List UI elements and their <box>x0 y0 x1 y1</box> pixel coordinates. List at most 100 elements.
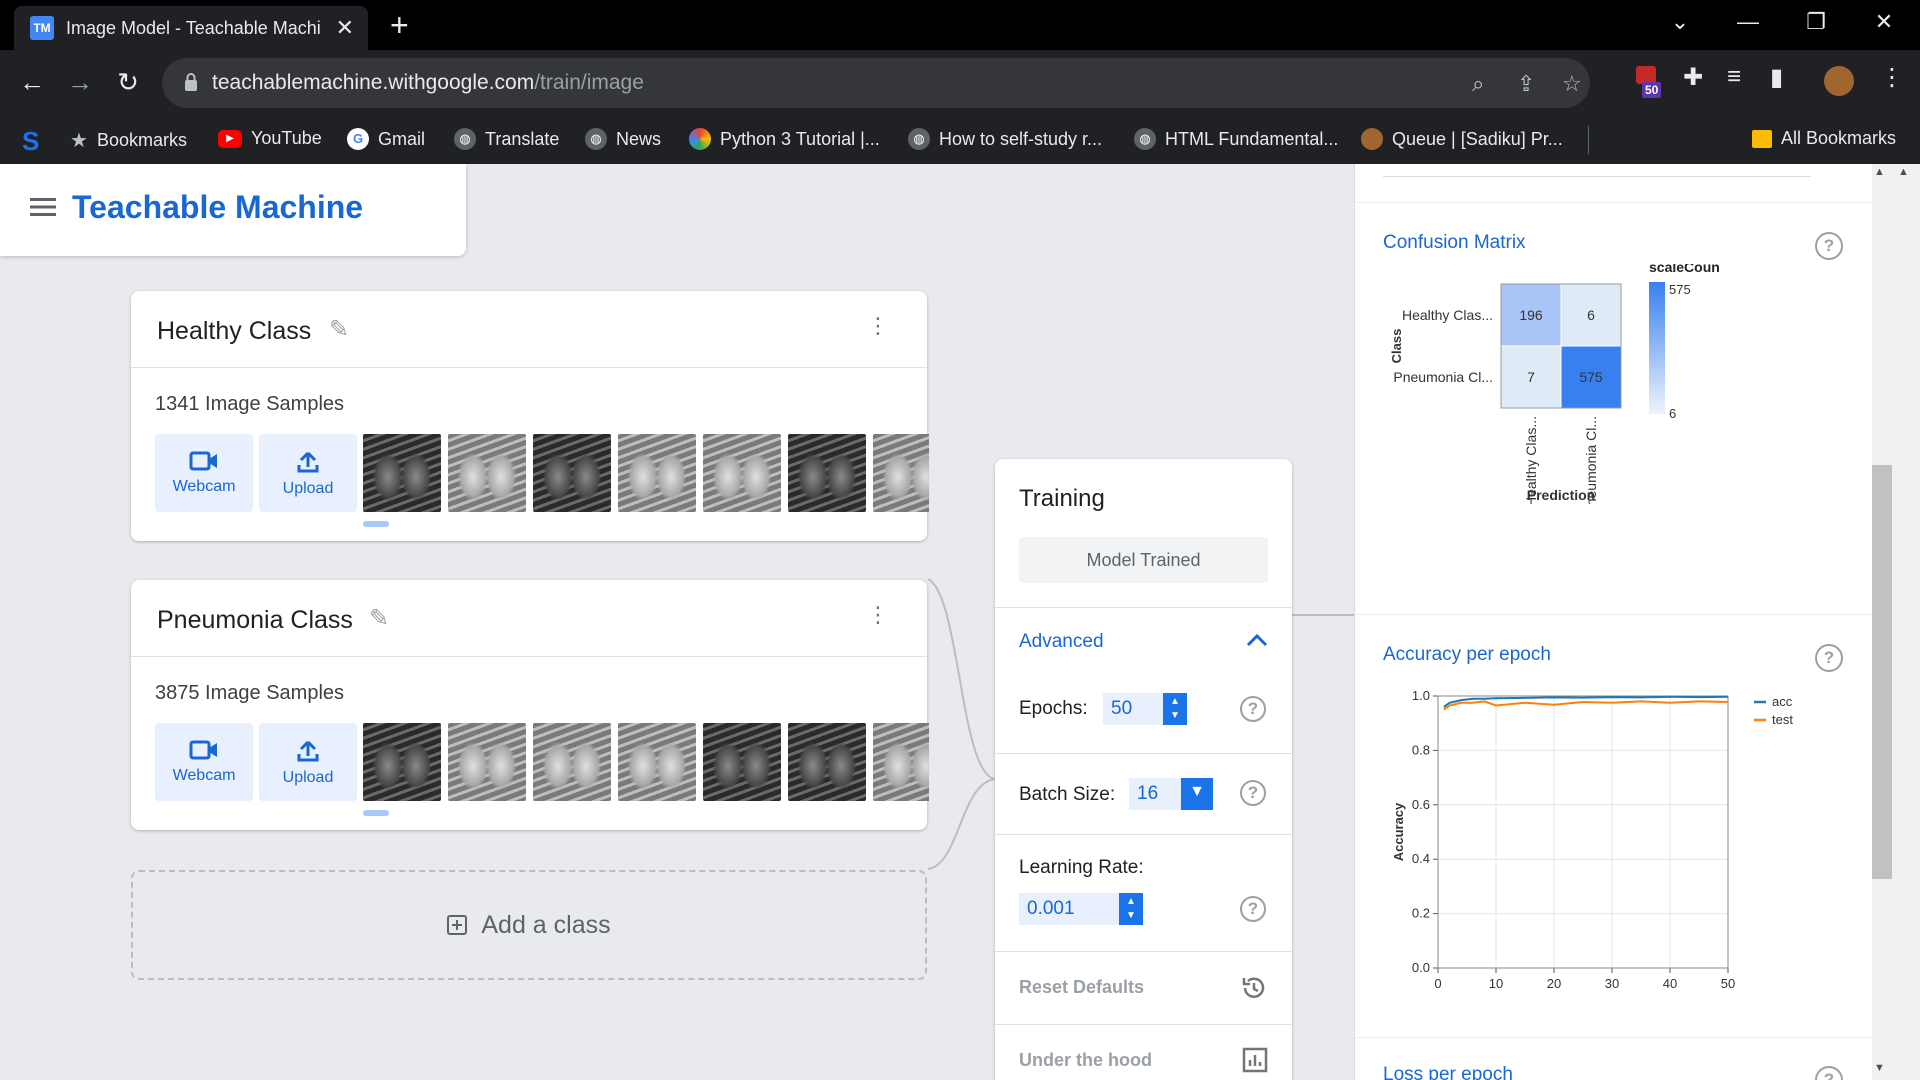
divider <box>131 367 927 368</box>
learning-rate-input[interactable]: 0.001 <box>1019 893 1119 925</box>
y-axis-title: Accuracy <box>1391 802 1406 861</box>
extension-icon[interactable]: 50 <box>1632 62 1668 102</box>
help-icon[interactable]: ? <box>1240 896 1266 922</box>
upload-button[interactable]: Upload <box>259 723 357 801</box>
y-tick-label: 1.0 <box>1412 688 1430 703</box>
learning-rate-stepper-icon[interactable]: ▲ ▼ <box>1119 893 1143 925</box>
media-queue-icon[interactable]: ≡ <box>1727 63 1741 91</box>
edit-name-icon[interactable]: ✎ <box>329 315 349 344</box>
bar-chart-icon <box>1242 1047 1268 1073</box>
x-tick-label: 50 <box>1721 976 1735 991</box>
hamburger-menu-icon[interactable] <box>30 197 56 217</box>
profile-avatar[interactable] <box>1824 66 1854 96</box>
upload-icon <box>297 451 319 473</box>
sample-thumbnail[interactable] <box>448 723 526 801</box>
scroll-up-icon[interactable]: ▲ <box>1874 166 1885 178</box>
legend-max-label: 575 <box>1669 282 1691 297</box>
tab-search-icon[interactable]: ⌄ <box>1650 4 1710 40</box>
browser-tab[interactable]: TM Image Model - Teachable Machi ✕ <box>14 6 368 50</box>
class-options-icon[interactable]: ⋮ <box>867 604 889 626</box>
class-name[interactable]: Pneumonia Class <box>157 606 353 635</box>
sample-thumbnails <box>363 434 929 512</box>
legend-label: acc <box>1772 694 1793 709</box>
sample-thumbnail[interactable] <box>533 723 611 801</box>
bookmark-star-icon[interactable]: ☆ <box>1562 71 1582 97</box>
zoom-icon[interactable]: ⌕ <box>1472 71 1484 97</box>
restore-icon[interactable]: ❐ <box>1786 4 1846 40</box>
tab-favicon-icon: TM <box>30 16 54 40</box>
scroll-down-icon[interactable]: ▼ <box>1874 1062 1885 1074</box>
sample-thumbnail[interactable] <box>788 434 866 512</box>
sample-thumbnail[interactable] <box>873 723 929 801</box>
plot-frame <box>1437 695 1729 969</box>
bookmark-item[interactable]: ★ Bookmarks <box>70 128 187 153</box>
flow-connector-right <box>1292 614 1354 616</box>
all-bookmarks[interactable]: All Bookmarks <box>1752 128 1896 149</box>
bookmark-item[interactable]: ◍ HTML Fundamental... <box>1134 128 1338 150</box>
sample-thumbnail[interactable] <box>618 723 696 801</box>
sample-thumbnail[interactable] <box>703 723 781 801</box>
scroll-up-icon[interactable]: ▲ <box>1898 166 1909 178</box>
training-title: Training <box>1019 485 1105 512</box>
bookmark-item[interactable]: Python 3 Tutorial |... <box>689 128 880 150</box>
epochs-input[interactable]: 50 <box>1103 693 1163 725</box>
y-tick-label: 0.2 <box>1412 906 1430 921</box>
thumbnail-scroll-indicator[interactable] <box>363 521 389 527</box>
app-shortcut-icon[interactable]: S <box>22 126 39 157</box>
browser-menu-icon[interactable]: ⋮ <box>1880 63 1904 92</box>
bookmark-item[interactable]: G Gmail <box>347 128 425 150</box>
edit-name-icon[interactable]: ✎ <box>369 604 389 633</box>
help-icon[interactable]: ? <box>1240 696 1266 722</box>
help-icon[interactable]: ? <box>1815 232 1843 260</box>
under-the-hood-button[interactable]: Under the hood <box>995 1025 1292 1080</box>
train-model-button[interactable]: Model Trained <box>1019 537 1268 583</box>
sample-thumbnail[interactable] <box>703 434 781 512</box>
reload-icon[interactable]: ↻ <box>108 62 148 102</box>
batch-size-select[interactable]: 16 <box>1129 778 1181 810</box>
thumbnail-scroll-indicator[interactable] <box>363 810 389 816</box>
sample-thumbnail[interactable] <box>448 434 526 512</box>
sample-thumbnail[interactable] <box>363 434 441 512</box>
share-icon[interactable]: ⇪ <box>1517 71 1535 97</box>
divider <box>1355 614 1873 615</box>
forward-icon[interactable]: → <box>60 62 100 102</box>
add-class-button[interactable]: Add a class <box>131 870 927 980</box>
accuracy-chart-title: Accuracy per epoch <box>1383 644 1551 665</box>
side-panel-icon[interactable]: ▮ <box>1770 63 1783 92</box>
bookmark-item[interactable]: ◍ Translate <box>454 128 559 150</box>
class-name[interactable]: Healthy Class <box>157 317 311 346</box>
tab-close-icon[interactable]: ✕ <box>336 15 354 41</box>
sample-thumbnail[interactable] <box>788 723 866 801</box>
batch-size-label: Batch Size: <box>1019 784 1116 805</box>
help-icon[interactable]: ? <box>1815 1066 1843 1080</box>
sample-thumbnail[interactable] <box>873 434 929 512</box>
minimize-icon[interactable]: — <box>1718 4 1778 40</box>
upload-button[interactable]: Upload <box>259 434 357 512</box>
close-window-icon[interactable]: ✕ <box>1854 4 1914 40</box>
y-tick-label: 0.4 <box>1412 851 1430 866</box>
class-options-icon[interactable]: ⋮ <box>867 315 889 337</box>
webcam-button[interactable]: Webcam <box>155 434 253 512</box>
dropdown-arrow-icon[interactable]: ▼ <box>1181 778 1213 810</box>
bookmark-item[interactable]: ▶ YouTube <box>218 128 322 149</box>
under-the-hood-label: Under the hood <box>1019 1050 1152 1070</box>
sample-thumbnail[interactable] <box>363 723 441 801</box>
advanced-toggle[interactable]: Advanced <box>995 609 1292 673</box>
x-tick-label: 30 <box>1605 976 1619 991</box>
extensions-puzzle-icon[interactable]: ✚ <box>1683 63 1703 92</box>
help-icon[interactable]: ? <box>1240 780 1266 806</box>
sample-thumbnail[interactable] <box>533 434 611 512</box>
bookmark-item[interactable]: ◍ News <box>585 128 661 150</box>
reset-defaults-button[interactable]: Reset Defaults <box>995 952 1292 1024</box>
back-icon[interactable]: ← <box>12 62 52 102</box>
bookmark-item[interactable]: Queue | [Sadiku] Pr... <box>1361 128 1563 150</box>
sample-thumbnail[interactable] <box>618 434 696 512</box>
webcam-button[interactable]: Webcam <box>155 723 253 801</box>
address-bar[interactable]: teachablemachine.withgoogle.com/train/im… <box>162 58 1590 108</box>
new-tab-icon[interactable]: + <box>390 8 409 42</box>
scrollbar-thumb[interactable] <box>1872 465 1892 879</box>
help-icon[interactable]: ? <box>1815 644 1843 672</box>
epochs-stepper-icon[interactable]: ▲ ▼ <box>1163 693 1187 725</box>
globe-icon: ◍ <box>1134 128 1156 150</box>
bookmark-item[interactable]: ◍ How to self-study r... <box>908 128 1102 150</box>
